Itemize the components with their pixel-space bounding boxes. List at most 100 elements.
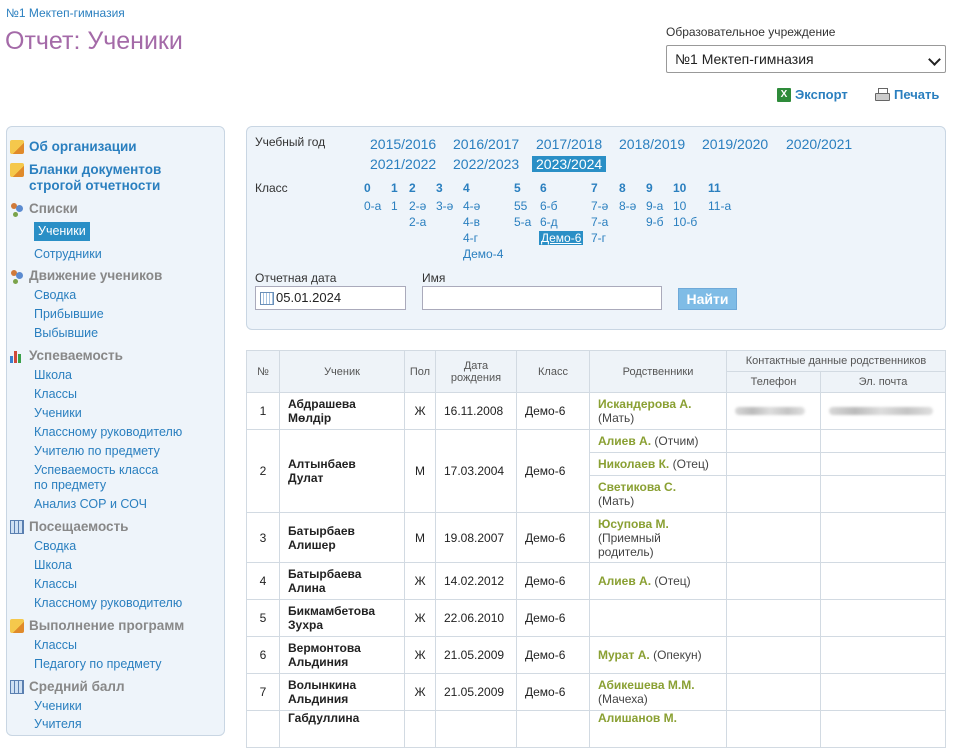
- year-2016[interactable]: 2016/2017: [453, 136, 519, 152]
- class-item[interactable]: 8-ә: [619, 199, 636, 213]
- class-item[interactable]: 7-г: [591, 231, 606, 245]
- sidebar-item-analysis[interactable]: Анализ СОР и СОЧ: [34, 497, 147, 512]
- student-name[interactable]: Волынкина Альдиния: [279, 673, 405, 711]
- class-item[interactable]: 2-ә: [409, 199, 426, 213]
- student-name[interactable]: Абдрашева Мөлдір: [279, 392, 405, 430]
- class-item[interactable]: 55: [514, 199, 527, 213]
- sidebar-item-arrived[interactable]: Прибывшие: [34, 307, 104, 322]
- year-2019[interactable]: 2019/2020: [702, 136, 768, 152]
- class-item[interactable]: 3-ә: [436, 199, 453, 213]
- class-item[interactable]: 6-д: [540, 215, 558, 229]
- student-name[interactable]: Алтынбаев Дулат: [279, 429, 405, 513]
- grade-4[interactable]: 4: [463, 181, 470, 195]
- sidebar-item-att-classes[interactable]: Классы: [34, 577, 77, 592]
- relative[interactable]: Алиев А. (Отец): [589, 562, 727, 600]
- class-item[interactable]: 4-г: [463, 231, 478, 245]
- relative[interactable]: Светикова С. (Мать): [589, 475, 727, 513]
- year-2023[interactable]: 2023/2024: [532, 156, 607, 172]
- sidebar-item-prog-teacher[interactable]: Педагогу по предмету: [34, 657, 162, 672]
- export-button[interactable]: X Экспорт: [777, 87, 848, 102]
- sidebar-item-students[interactable]: Ученики: [34, 222, 90, 241]
- class-item[interactable]: 7-ә: [591, 199, 608, 213]
- grade-1[interactable]: 1: [391, 181, 398, 195]
- class-item[interactable]: 0-а: [364, 199, 381, 213]
- student-name[interactable]: Батырбаева Алина: [279, 562, 405, 600]
- class-item[interactable]: Демо-4: [463, 247, 503, 261]
- cell-class-link[interactable]: Демо-6: [516, 392, 590, 430]
- class-item[interactable]: 9-б: [646, 215, 664, 229]
- relative[interactable]: Абикешева М.М. (Мачеха): [589, 673, 727, 711]
- class-item[interactable]: 4-ә: [463, 199, 480, 213]
- sidebar-item-att-summary[interactable]: Сводка: [34, 539, 76, 554]
- class-item[interactable]: 1: [391, 199, 398, 213]
- sidebar-item-att-school[interactable]: Школа: [34, 558, 72, 573]
- year-2015[interactable]: 2015/2016: [370, 136, 436, 152]
- grade-9[interactable]: 9: [646, 181, 653, 195]
- relative[interactable]: Николаев К. (Отец): [589, 452, 727, 476]
- sidebar-item-att-class-teacher[interactable]: Классному руководителю: [34, 596, 182, 611]
- grade-7[interactable]: 7: [591, 181, 598, 195]
- name-input[interactable]: [422, 286, 662, 310]
- student-name[interactable]: Бикмамбетова Зухра: [279, 599, 405, 637]
- org-select[interactable]: №1 Мектеп-гимназия: [666, 45, 946, 73]
- relative[interactable]: Искандерова А. (Мать): [589, 392, 727, 430]
- sidebar-item-org[interactable]: Об организации: [10, 139, 137, 154]
- grade-11[interactable]: 11: [708, 181, 721, 195]
- sidebar-item-class-progress[interactable]: Успеваемость класса по предмету: [34, 463, 158, 493]
- col-relatives: Родственники: [589, 350, 727, 393]
- sidebar-item-subject-teacher[interactable]: Учителю по предмету: [34, 444, 160, 459]
- student-name[interactable]: Габдуллина: [279, 710, 405, 748]
- cell-class-link[interactable]: Демо-6: [516, 673, 590, 711]
- grade-3[interactable]: 3: [436, 181, 443, 195]
- class-item[interactable]: 2-а: [409, 215, 426, 229]
- sidebar-item-avg-students[interactable]: Ученики: [34, 699, 82, 714]
- cell-class-link[interactable]: Демо-6: [516, 429, 590, 513]
- class-item[interactable]: 7-а: [591, 215, 608, 229]
- class-item-selected[interactable]: Демо-6: [539, 231, 584, 245]
- calendar-icon[interactable]: [260, 292, 274, 305]
- cell-class-link[interactable]: Демо-6: [516, 636, 590, 674]
- year-2020[interactable]: 2020/2021: [786, 136, 852, 152]
- year-2018[interactable]: 2018/2019: [619, 136, 685, 152]
- sidebar-item-summary[interactable]: Сводка: [34, 288, 76, 303]
- year-2022[interactable]: 2022/2023: [453, 156, 519, 172]
- year-2021[interactable]: 2021/2022: [370, 156, 436, 172]
- cell-class-link[interactable]: Демо-6: [516, 599, 590, 637]
- grade-10[interactable]: 10: [673, 181, 686, 195]
- cell-class-link[interactable]: Демо-6: [516, 512, 590, 563]
- print-button[interactable]: Печать: [875, 87, 939, 102]
- relative[interactable]: Алишанов М.: [589, 710, 727, 748]
- school-link[interactable]: №1 Мектеп-гимназия: [6, 6, 125, 20]
- sidebar-item-class-teacher[interactable]: Классному руководителю: [34, 425, 182, 440]
- student-name[interactable]: Вермонтова Альдиния: [279, 636, 405, 674]
- class-item[interactable]: 5-а: [514, 215, 531, 229]
- class-item[interactable]: 10-б: [673, 215, 697, 229]
- cell-class-link[interactable]: Демо-6: [516, 562, 590, 600]
- class-item[interactable]: 9-а: [646, 199, 663, 213]
- class-item[interactable]: 4-в: [463, 215, 480, 229]
- sidebar-item-left[interactable]: Выбывшие: [34, 326, 98, 341]
- sidebar-item-blanks[interactable]: Бланки документов строгой отчетности: [10, 162, 161, 194]
- sidebar-item-pupils[interactable]: Ученики: [34, 406, 82, 421]
- sidebar-item-classes[interactable]: Классы: [34, 387, 77, 402]
- cell-birthdate: 22.06.2010: [435, 599, 517, 637]
- class-item[interactable]: 10: [673, 199, 686, 213]
- date-input[interactable]: 05.01.2024: [255, 286, 406, 310]
- sidebar-item-staff[interactable]: Сотрудники: [34, 247, 102, 262]
- grade-0[interactable]: 0: [364, 181, 371, 195]
- class-item[interactable]: 6-б: [540, 199, 558, 213]
- class-item[interactable]: 11-а: [708, 199, 731, 213]
- relative[interactable]: Юсупова М. (Приемный родитель): [589, 512, 727, 563]
- sidebar-item-prog-classes[interactable]: Классы: [34, 638, 77, 653]
- relative[interactable]: Алиев А. (Отчим): [589, 429, 727, 453]
- printer-icon: [875, 88, 890, 101]
- find-button[interactable]: Найти: [678, 288, 737, 310]
- year-2017[interactable]: 2017/2018: [536, 136, 602, 152]
- grade-2[interactable]: 2: [409, 181, 416, 195]
- sidebar-item-school[interactable]: Школа: [34, 368, 72, 383]
- grade-8[interactable]: 8: [619, 181, 626, 195]
- relative[interactable]: Мурат А. (Опекун): [589, 636, 727, 674]
- grade-6[interactable]: 6: [540, 181, 547, 195]
- student-name[interactable]: Батырбаев Алишер: [279, 512, 405, 563]
- grade-5[interactable]: 5: [514, 181, 521, 195]
